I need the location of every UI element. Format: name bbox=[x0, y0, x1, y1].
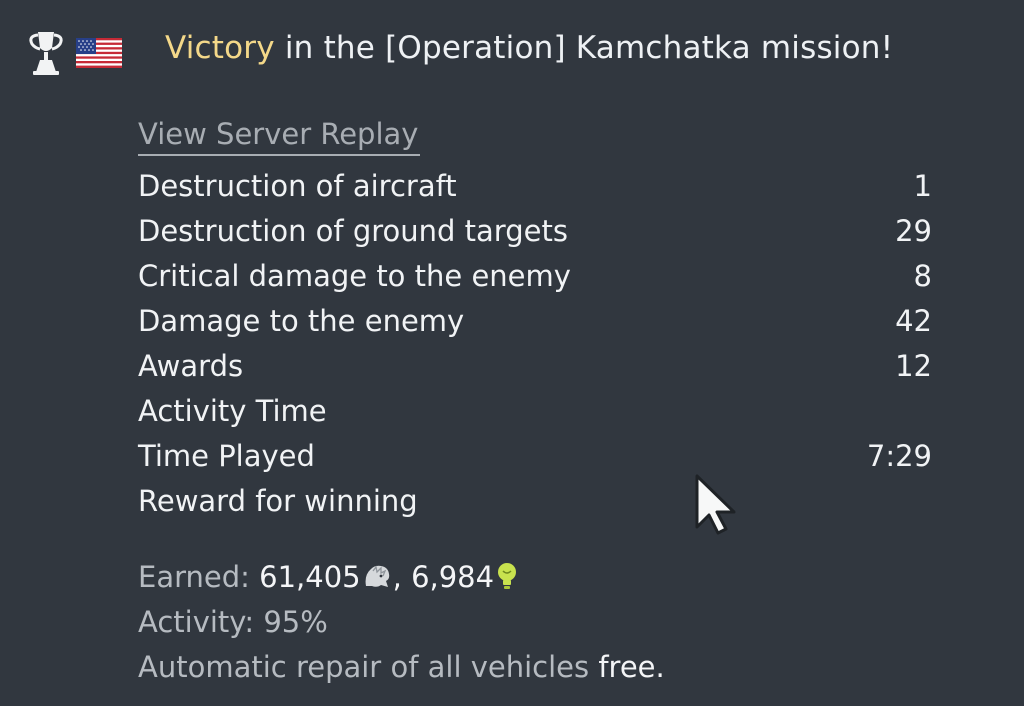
mission-stats-table: Destruction of aircraft 1 Destruction of… bbox=[138, 164, 932, 524]
stat-row-ground-targets: Destruction of ground targets 29 bbox=[138, 209, 932, 254]
stat-label: Time Played bbox=[138, 439, 315, 473]
stat-value: 7:29 bbox=[866, 439, 932, 473]
repair-label: Automatic repair of all vehicles bbox=[138, 650, 599, 684]
earned-separator: , bbox=[392, 560, 412, 594]
earned-research-value: 6,984 bbox=[411, 560, 495, 594]
stat-row-aircraft: Destruction of aircraft 1 bbox=[138, 164, 932, 209]
stat-value: 1 bbox=[913, 169, 932, 203]
trophy-icon bbox=[29, 32, 63, 75]
stat-value: 12 bbox=[895, 349, 932, 383]
rewards-summary: Earned: 61,405 , 6,984 Activity: 95% Aut… bbox=[138, 555, 665, 690]
mission-name-text: in the [Operation] Kamchatka mission! bbox=[274, 30, 894, 66]
earned-silver-value: 61,405 bbox=[259, 560, 361, 594]
stat-label: Destruction of ground targets bbox=[138, 214, 568, 248]
stat-row-activity-time: Activity Time bbox=[138, 389, 932, 434]
repair-line: Automatic repair of all vehicles free. bbox=[138, 645, 665, 690]
stat-label: Awards bbox=[138, 349, 244, 383]
stat-row-critical-damage: Critical damage to the enemy 8 bbox=[138, 254, 932, 299]
activity-line: Activity: 95% bbox=[138, 600, 665, 645]
activity-value: 95% bbox=[263, 605, 328, 639]
stat-value: 29 bbox=[895, 214, 932, 248]
stat-value: 42 bbox=[895, 304, 932, 338]
earned-label: Earned: bbox=[138, 560, 260, 594]
mouse-cursor-icon bbox=[695, 474, 736, 535]
mission-result-header: Victory in the [Operation] Kamchatka mis… bbox=[0, 0, 1024, 100]
victory-label: Victory bbox=[165, 30, 275, 66]
research-points-icon bbox=[498, 563, 517, 589]
stat-label: Reward for winning bbox=[138, 484, 418, 518]
view-server-replay-link[interactable]: View Server Replay bbox=[138, 114, 421, 156]
earned-line: Earned: 61,405 , 6,984 bbox=[138, 555, 665, 600]
activity-label: Activity: bbox=[138, 605, 264, 639]
stat-label: Critical damage to the enemy bbox=[138, 259, 571, 293]
stat-label: Damage to the enemy bbox=[138, 304, 465, 338]
usa-flag-icon bbox=[76, 38, 122, 68]
silver-lions-icon bbox=[365, 565, 389, 587]
mission-result-title: Victory in the [Operation] Kamchatka mis… bbox=[165, 30, 893, 66]
stat-row-time-played: Time Played 7:29 bbox=[138, 434, 932, 479]
stat-label: Destruction of aircraft bbox=[138, 169, 457, 203]
stat-value: 8 bbox=[913, 259, 932, 293]
stat-row-awards: Awards 12 bbox=[138, 344, 932, 389]
repair-value: free. bbox=[598, 650, 665, 684]
stat-label: Activity Time bbox=[138, 394, 327, 428]
stat-row-reward-for-winning: Reward for winning bbox=[138, 479, 932, 524]
stat-row-damage: Damage to the enemy 42 bbox=[138, 299, 932, 344]
